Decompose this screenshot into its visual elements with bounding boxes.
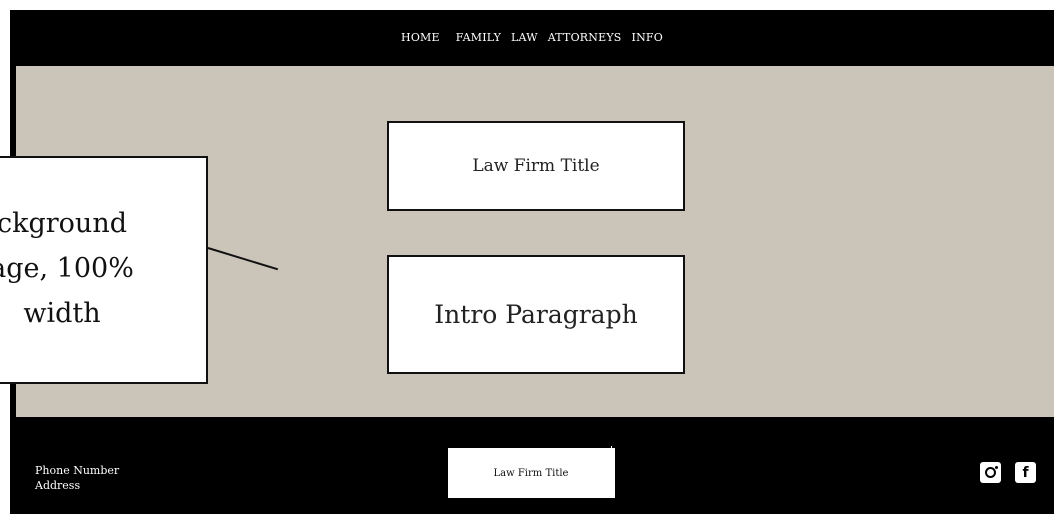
intro-paragraph-box: Intro Paragraph xyxy=(387,255,685,374)
footer: Phone Number Address Law Firm Title f xyxy=(10,417,1054,514)
facebook-icon[interactable]: f xyxy=(1015,462,1036,483)
nav-home[interactable]: HOME xyxy=(401,31,440,44)
footer-title-edge xyxy=(611,446,612,498)
instagram-icon[interactable] xyxy=(980,462,1001,483)
law-firm-title-box: Law Firm Title xyxy=(387,121,685,211)
annotation-line-3: width xyxy=(23,298,101,329)
intro-paragraph-text: Intro Paragraph xyxy=(434,300,638,329)
annotation-line-2: age, 100% xyxy=(0,253,134,284)
contact-info: Phone Number Address xyxy=(35,463,119,493)
address: Address xyxy=(35,479,81,492)
nav-family[interactable]: FAMILY xyxy=(456,31,501,44)
top-navigation: HOME FAMILY LAW ATTORNEYS INFO xyxy=(10,10,1054,65)
phone-number: Phone Number xyxy=(35,464,120,477)
nav-attorneys[interactable]: ATTORNEYS xyxy=(548,31,622,44)
nav-law[interactable]: LAW xyxy=(511,31,538,44)
footer-title-box: Law Firm Title xyxy=(448,448,615,498)
nav-info[interactable]: INFO xyxy=(632,31,663,44)
law-firm-title-text: Law Firm Title xyxy=(472,156,600,176)
facebook-glyph: f xyxy=(1022,464,1029,481)
instagram-ring xyxy=(985,467,996,478)
annotation-callout: ckground age, 100% width xyxy=(0,156,208,384)
instagram-dot xyxy=(995,466,998,469)
footer-title-text: Law Firm Title xyxy=(493,467,569,479)
annotation-text: ckground age, 100% width xyxy=(0,201,152,336)
annotation-line-1: ckground xyxy=(0,208,127,239)
